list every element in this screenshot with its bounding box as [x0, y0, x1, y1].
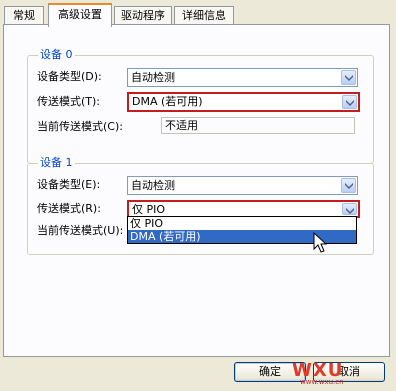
tab-general[interactable]: 常规: [4, 6, 44, 25]
device0-type-label: 设备类型(D):: [37, 70, 102, 83]
tab-advanced[interactable]: 高级设置: [48, 3, 112, 27]
device1-transfer-value: 仅 PIO: [132, 203, 166, 216]
ok-button-label: 确定: [259, 365, 281, 378]
device1-title: 设备 1: [38, 156, 75, 170]
tab-driver-label: 驱动程序: [121, 9, 165, 22]
chevron-down-icon[interactable]: [341, 70, 356, 85]
device1-type-select[interactable]: 自动检测: [127, 176, 358, 195]
tab-details[interactable]: 详细信息: [174, 6, 234, 25]
device0-transfer-select[interactable]: DMA (若可用): [127, 92, 360, 112]
device1-type-label: 设备类型(E):: [37, 178, 101, 191]
watermark-url: www.wxu.cn: [300, 378, 344, 386]
device1-current-label: 当前传送模式(U):: [37, 224, 124, 237]
chevron-down-icon[interactable]: [342, 203, 357, 215]
device0-transfer-label: 传送模式(T):: [37, 95, 101, 108]
chevron-down-icon[interactable]: [342, 95, 357, 109]
device0-type-select[interactable]: 自动检测: [127, 68, 358, 87]
dropdown-option-pio[interactable]: 仅 PIO: [128, 217, 356, 230]
device0-title: 设备 0: [38, 48, 75, 62]
cursor-icon: [313, 232, 327, 253]
device1-type-value: 自动检测: [131, 179, 175, 192]
device0-current-value: 不适用: [165, 119, 198, 132]
tab-advanced-label: 高级设置: [58, 8, 102, 21]
tab-details-label: 详细信息: [182, 9, 226, 22]
chevron-down-icon[interactable]: [341, 178, 356, 193]
device0-transfer-value: DMA (若可用): [132, 95, 203, 108]
device0-current-label: 当前传送模式(C):: [37, 120, 123, 133]
advanced-settings-panel: 设备 0 设备类型(D): 自动检测 传送模式(T): DMA (若可用) 当前…: [3, 24, 390, 357]
device0-type-value: 自动检测: [131, 71, 175, 84]
device1-transfer-label: 传送模式(R):: [37, 202, 101, 215]
device0-current-field: 不适用: [161, 117, 355, 134]
tab-driver[interactable]: 驱动程序: [114, 6, 172, 25]
tab-general-label: 常规: [13, 9, 35, 22]
